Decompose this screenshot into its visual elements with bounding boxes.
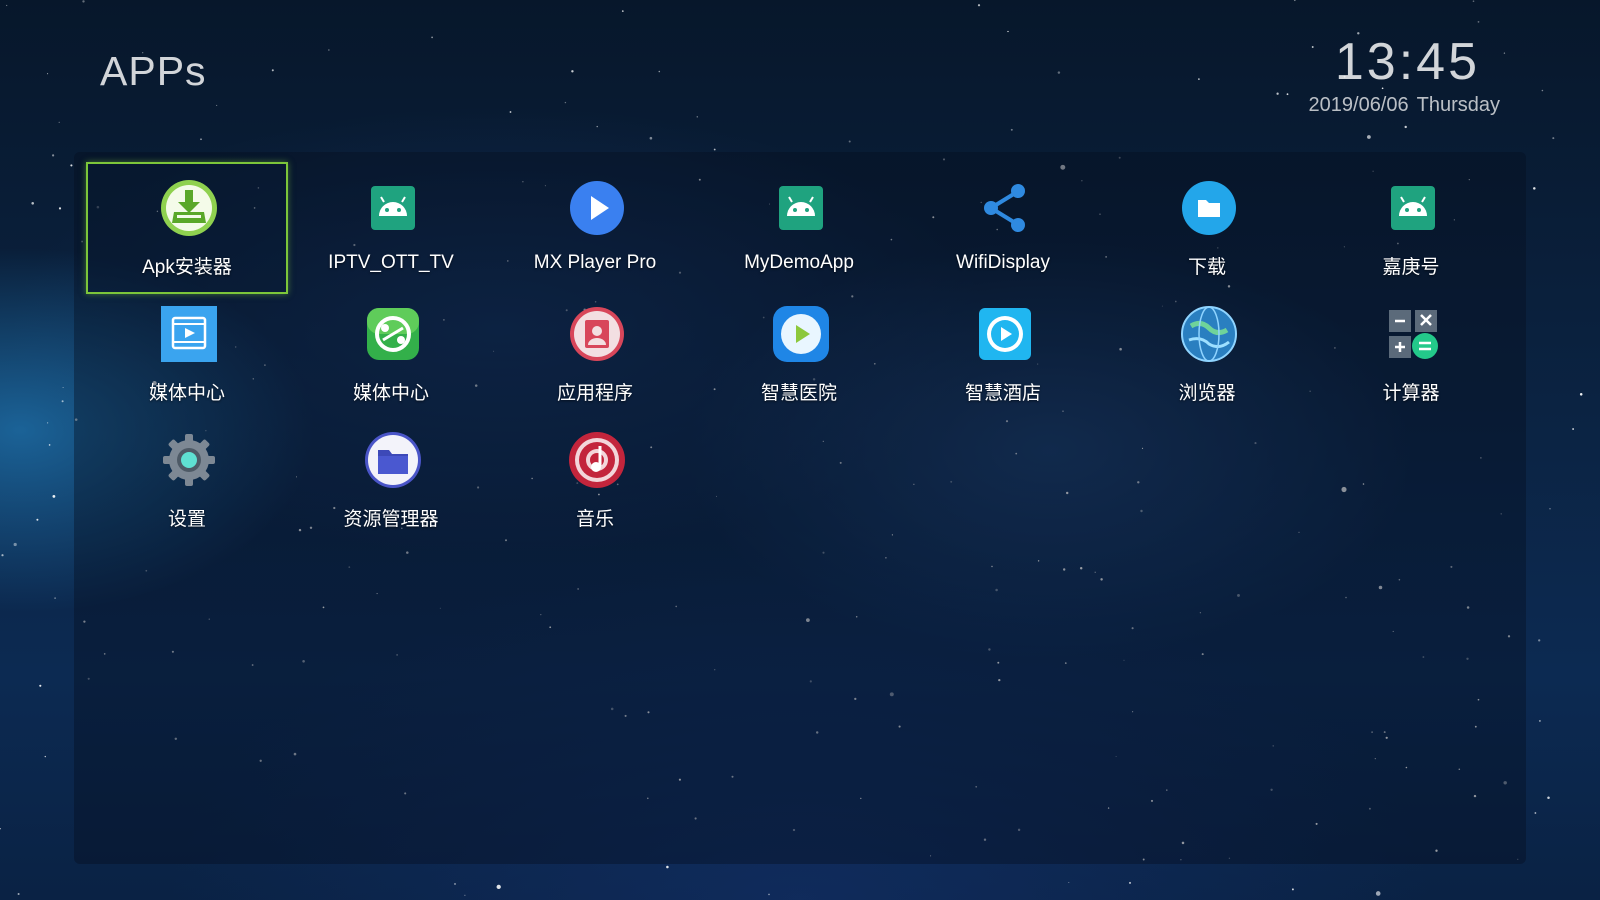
- app-label: MyDemoApp: [744, 252, 854, 273]
- app-label: MX Player Pro: [533, 252, 657, 273]
- android-icon: [1383, 178, 1443, 238]
- share-icon: [975, 178, 1035, 238]
- apps-panel: Apk安装器 IPTV_OTT_TV MX Player Pro MyDemoApp W…: [74, 152, 1526, 864]
- settings-gear-icon: [159, 430, 219, 490]
- app-tile[interactable]: 媒体中心: [86, 288, 288, 414]
- app-store-icon: [567, 304, 627, 364]
- app-tile[interactable]: IPTV_OTT_TV: [290, 162, 492, 288]
- app-tile[interactable]: MX Player Pro: [494, 162, 696, 288]
- app-label: 智慧酒店: [964, 383, 1041, 404]
- clock-date: 2019/06/06 Thursday: [1180, 94, 1500, 117]
- clock: 13:45 2019/06/06 Thursday: [1180, 32, 1500, 117]
- app-tile[interactable]: 下载: [1106, 162, 1308, 288]
- file-manager-icon: [363, 430, 423, 490]
- app-tile[interactable]: 媒体中心: [290, 288, 492, 414]
- folder-icon: [1179, 178, 1239, 238]
- page-title: APPs: [100, 48, 207, 94]
- app-label: IPTV_OTT_TV: [328, 252, 454, 273]
- clock-time: 13:45: [1334, 33, 1480, 91]
- app-tile[interactable]: MyDemoApp: [698, 162, 900, 288]
- app-label: Apk安装器: [142, 257, 232, 278]
- app-tile[interactable]: 浏览器: [1106, 288, 1308, 414]
- calculator-icon: [1383, 304, 1443, 364]
- browser-globe-icon: [1179, 304, 1239, 364]
- smart-hotel-icon: [975, 304, 1035, 364]
- app-label: 媒体中心: [352, 383, 429, 404]
- app-tile[interactable]: 智慧酒店: [902, 288, 1104, 414]
- weekday-text: Thursday: [1416, 94, 1500, 116]
- app-tile[interactable]: 设置: [86, 414, 288, 540]
- app-label: 智慧医院: [760, 383, 837, 404]
- app-tile[interactable]: 计算器: [1310, 288, 1512, 414]
- app-label: 资源管理器: [343, 509, 439, 530]
- app-label: 计算器: [1382, 383, 1440, 404]
- date-text: 2019/06/06: [1308, 94, 1409, 116]
- play-icon: [567, 178, 627, 238]
- apps-grid: Apk安装器 IPTV_OTT_TV MX Player Pro MyDemoApp W…: [86, 162, 1514, 540]
- music-icon: [567, 430, 627, 490]
- android-icon: [771, 178, 831, 238]
- app-tile[interactable]: 资源管理器: [290, 414, 492, 540]
- app-tile[interactable]: 智慧医院: [698, 288, 900, 414]
- smart-hospital-icon: [771, 304, 831, 364]
- android-icon: [363, 178, 423, 238]
- app-label: 浏览器: [1178, 383, 1236, 404]
- app-label: 应用程序: [556, 383, 633, 404]
- app-label: WifiDisplay: [956, 252, 1050, 273]
- app-label: 设置: [167, 509, 206, 530]
- apk-installer-icon: [159, 178, 219, 238]
- app-tile[interactable]: 音乐: [494, 414, 696, 540]
- media-center-icon: [159, 304, 219, 364]
- app-label: 下载: [1187, 257, 1226, 278]
- app-label: 媒体中心: [148, 383, 225, 404]
- app-tile[interactable]: Apk安装器: [86, 162, 288, 294]
- media-sync-icon: [363, 304, 423, 364]
- app-tile[interactable]: 应用程序: [494, 288, 696, 414]
- app-tile[interactable]: WifiDisplay: [902, 162, 1104, 288]
- app-tile[interactable]: 嘉庚号: [1310, 162, 1512, 288]
- app-label: 音乐: [575, 509, 614, 530]
- app-label: 嘉庚号: [1382, 257, 1440, 278]
